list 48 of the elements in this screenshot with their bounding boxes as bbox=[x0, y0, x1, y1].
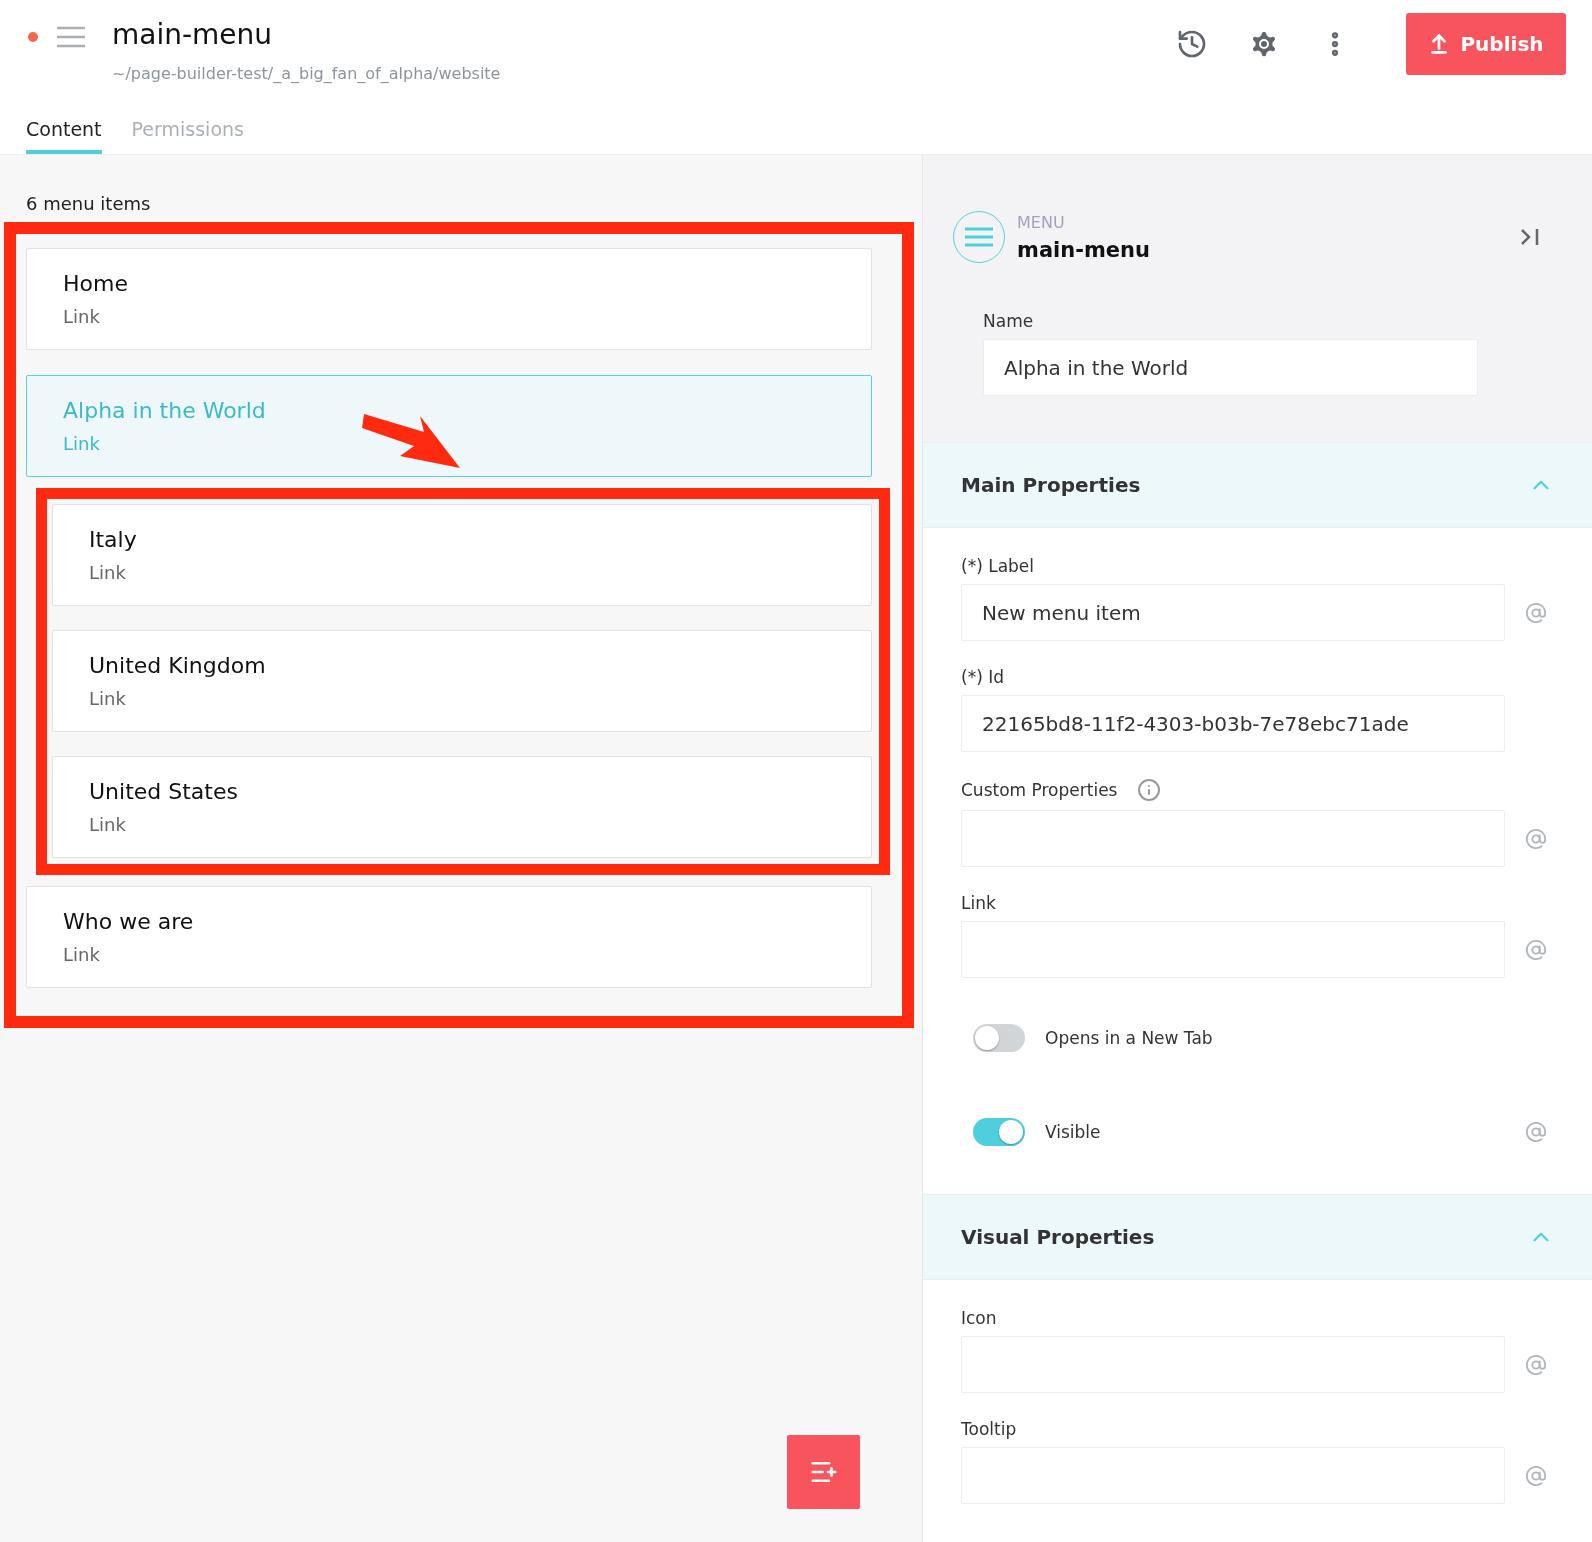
field-label: Tooltip bbox=[961, 1419, 1017, 1439]
menu-item-card[interactable]: Italy Link bbox=[52, 504, 872, 606]
panel-kicker: MENU bbox=[1017, 212, 1066, 232]
toggle-switch[interactable] bbox=[973, 1118, 1025, 1146]
menu-item-title: Home bbox=[63, 271, 129, 296]
menu-item-type: Link bbox=[63, 306, 101, 327]
menu-item-type: Link bbox=[63, 944, 101, 965]
field-label: Icon bbox=[961, 1308, 997, 1328]
menu-item-type: Link bbox=[89, 814, 127, 835]
menu-item-card[interactable]: United Kingdom Link bbox=[52, 630, 872, 732]
item-count: 6 menu items bbox=[26, 193, 152, 214]
toggle-label: Visible bbox=[1045, 1122, 1102, 1142]
input-field[interactable]: 22165bd8-11f2-4303-b03b-7e78ebc71ade bbox=[961, 695, 1505, 752]
panel-title: main-menu bbox=[1017, 237, 1151, 262]
menu-item-title: Alpha in the World bbox=[63, 398, 267, 423]
field-label: Link bbox=[961, 893, 996, 913]
menu-item-title: Who we are bbox=[63, 909, 195, 934]
toggle-switch[interactable] bbox=[973, 1024, 1025, 1052]
menu-item-type: Link bbox=[63, 433, 101, 454]
menu-item-card[interactable]: Home Link bbox=[26, 248, 872, 350]
page-path: ~/page-builder-test/_a_big_fan_of_alpha/website bbox=[112, 64, 502, 83]
section-header[interactable]: Visual Properties bbox=[923, 1194, 1592, 1280]
binding-icon[interactable] bbox=[1525, 1353, 1547, 1376]
info-icon[interactable] bbox=[1137, 778, 1162, 802]
binding-icon[interactable] bbox=[1525, 601, 1547, 624]
menu-item-title: Italy bbox=[89, 527, 138, 552]
menu-item-title: United Kingdom bbox=[89, 653, 267, 678]
menu-item-title: United States bbox=[89, 779, 239, 804]
section-header[interactable]: Main Properties bbox=[923, 442, 1592, 528]
menu-item-card[interactable]: United States Link bbox=[52, 756, 872, 858]
history-icon[interactable] bbox=[1176, 28, 1208, 60]
binding-icon[interactable] bbox=[1525, 827, 1547, 850]
add-item-button[interactable] bbox=[787, 1435, 860, 1509]
menu-item-type: Link bbox=[89, 562, 127, 583]
name-field[interactable]: Alpha in the World bbox=[983, 339, 1478, 396]
field-label: Name bbox=[983, 311, 1035, 331]
menu-icon[interactable] bbox=[56, 26, 86, 48]
input-field[interactable]: New menu item bbox=[961, 584, 1505, 641]
page-title: main-menu bbox=[112, 18, 274, 52]
menu-item-type: Link bbox=[89, 688, 127, 709]
binding-icon[interactable] bbox=[1525, 938, 1547, 961]
field-label: (*) Label bbox=[961, 556, 1035, 576]
field-label: Custom Properties bbox=[961, 780, 1118, 800]
menu-item-card[interactable]: Who we are Link bbox=[26, 886, 872, 988]
toggle-label: Opens in a New Tab bbox=[1045, 1028, 1214, 1048]
field-label: (*) Id bbox=[961, 667, 1004, 687]
binding-icon[interactable] bbox=[1525, 1464, 1547, 1487]
binding-icon[interactable] bbox=[1525, 1121, 1547, 1143]
